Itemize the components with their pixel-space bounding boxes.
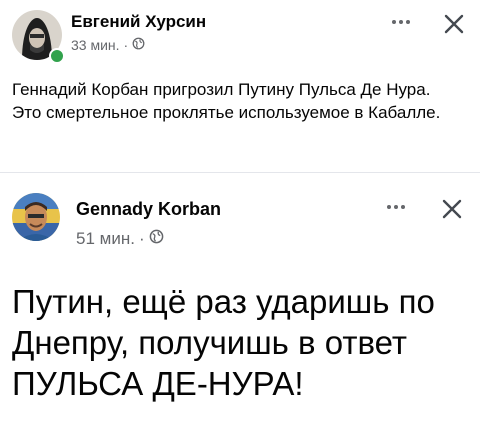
close-icon (444, 14, 464, 34)
post-time[interactable]: 51 мин. (76, 229, 135, 249)
post-meta: 51 мин. · (76, 229, 164, 249)
post-meta: 33 мин. · (71, 37, 145, 53)
close-button[interactable] (438, 195, 466, 223)
post-text-line: Геннадий Корбан пригрозил Путину Пульса … (12, 80, 431, 99)
more-dots-icon (387, 205, 405, 209)
close-button[interactable] (440, 10, 468, 38)
more-options-button[interactable] (388, 12, 414, 32)
post-text-line: Это смертельное проклятье используемое в… (12, 103, 441, 122)
close-icon (442, 199, 462, 219)
globe-icon (132, 37, 145, 53)
more-options-button[interactable] (383, 197, 409, 217)
post-text: Путин, ещё раз ударишь по Днепру, получи… (12, 283, 435, 402)
online-status-dot (49, 48, 65, 64)
post-time[interactable]: 33 мин. (71, 37, 120, 53)
globe-icon (149, 229, 164, 249)
post-card: Евгений Хурсин 33 мин. · Геннадий Корбан… (0, 0, 480, 172)
author-name[interactable]: Gennady Korban (76, 199, 221, 220)
more-dots-icon (392, 20, 410, 24)
avatar[interactable] (12, 193, 60, 241)
post-text: Геннадий Корбан пригрозил Путину Пульса … (12, 78, 452, 124)
post-card: Gennady Korban 51 мин. · Путин, ещё раз … (0, 181, 480, 441)
meta-separator: · (138, 229, 145, 248)
meta-separator: · (123, 37, 129, 53)
author-name[interactable]: Евгений Хурсин (71, 12, 206, 32)
